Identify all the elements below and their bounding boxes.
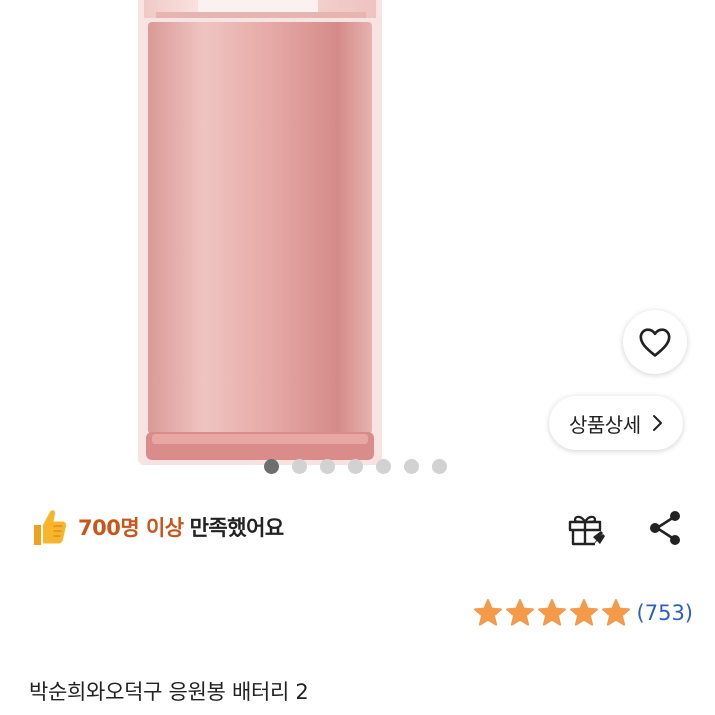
product-detail-label: 상품상세 <box>569 412 641 437</box>
thumbs-up-icon <box>34 510 67 545</box>
product-title: 박순희와오덕구 응원봉 배터리 2 <box>29 680 309 704</box>
carousel-dot[interactable] <box>264 459 279 474</box>
carousel-pagination[interactable] <box>264 459 447 474</box>
star-rating <box>473 598 631 628</box>
share-icon <box>650 511 680 545</box>
product-image <box>138 0 382 465</box>
gift-button[interactable] <box>565 509 605 549</box>
wishlist-button[interactable] <box>623 310 687 374</box>
star-icon <box>473 599 502 626</box>
satisfaction-count: 700명 이상 <box>78 516 184 540</box>
carousel-dot[interactable] <box>320 459 335 474</box>
star-icon <box>601 599 630 626</box>
product-image-carousel[interactable]: 상품상세 <box>0 0 715 495</box>
star-icon <box>505 599 534 626</box>
satisfaction-banner: 700명 이상 만족했어요 <box>30 505 284 549</box>
star-icon <box>569 599 598 626</box>
share-button[interactable] <box>644 507 686 549</box>
carousel-dot[interactable] <box>348 459 363 474</box>
heart-outline-icon <box>639 328 671 357</box>
rating-summary[interactable]: (753) <box>473 598 693 628</box>
product-detail-button[interactable]: 상품상세 <box>549 396 683 450</box>
carousel-dot[interactable] <box>432 459 447 474</box>
review-count-link[interactable]: (753) <box>637 601 693 625</box>
carousel-dot[interactable] <box>292 459 307 474</box>
carousel-dot[interactable] <box>404 459 419 474</box>
satisfaction-text: 만족했어요 <box>189 516 285 540</box>
star-icon <box>537 599 566 626</box>
chevron-right-icon <box>652 415 662 431</box>
carousel-dot[interactable] <box>376 459 391 474</box>
gift-icon <box>568 515 605 546</box>
